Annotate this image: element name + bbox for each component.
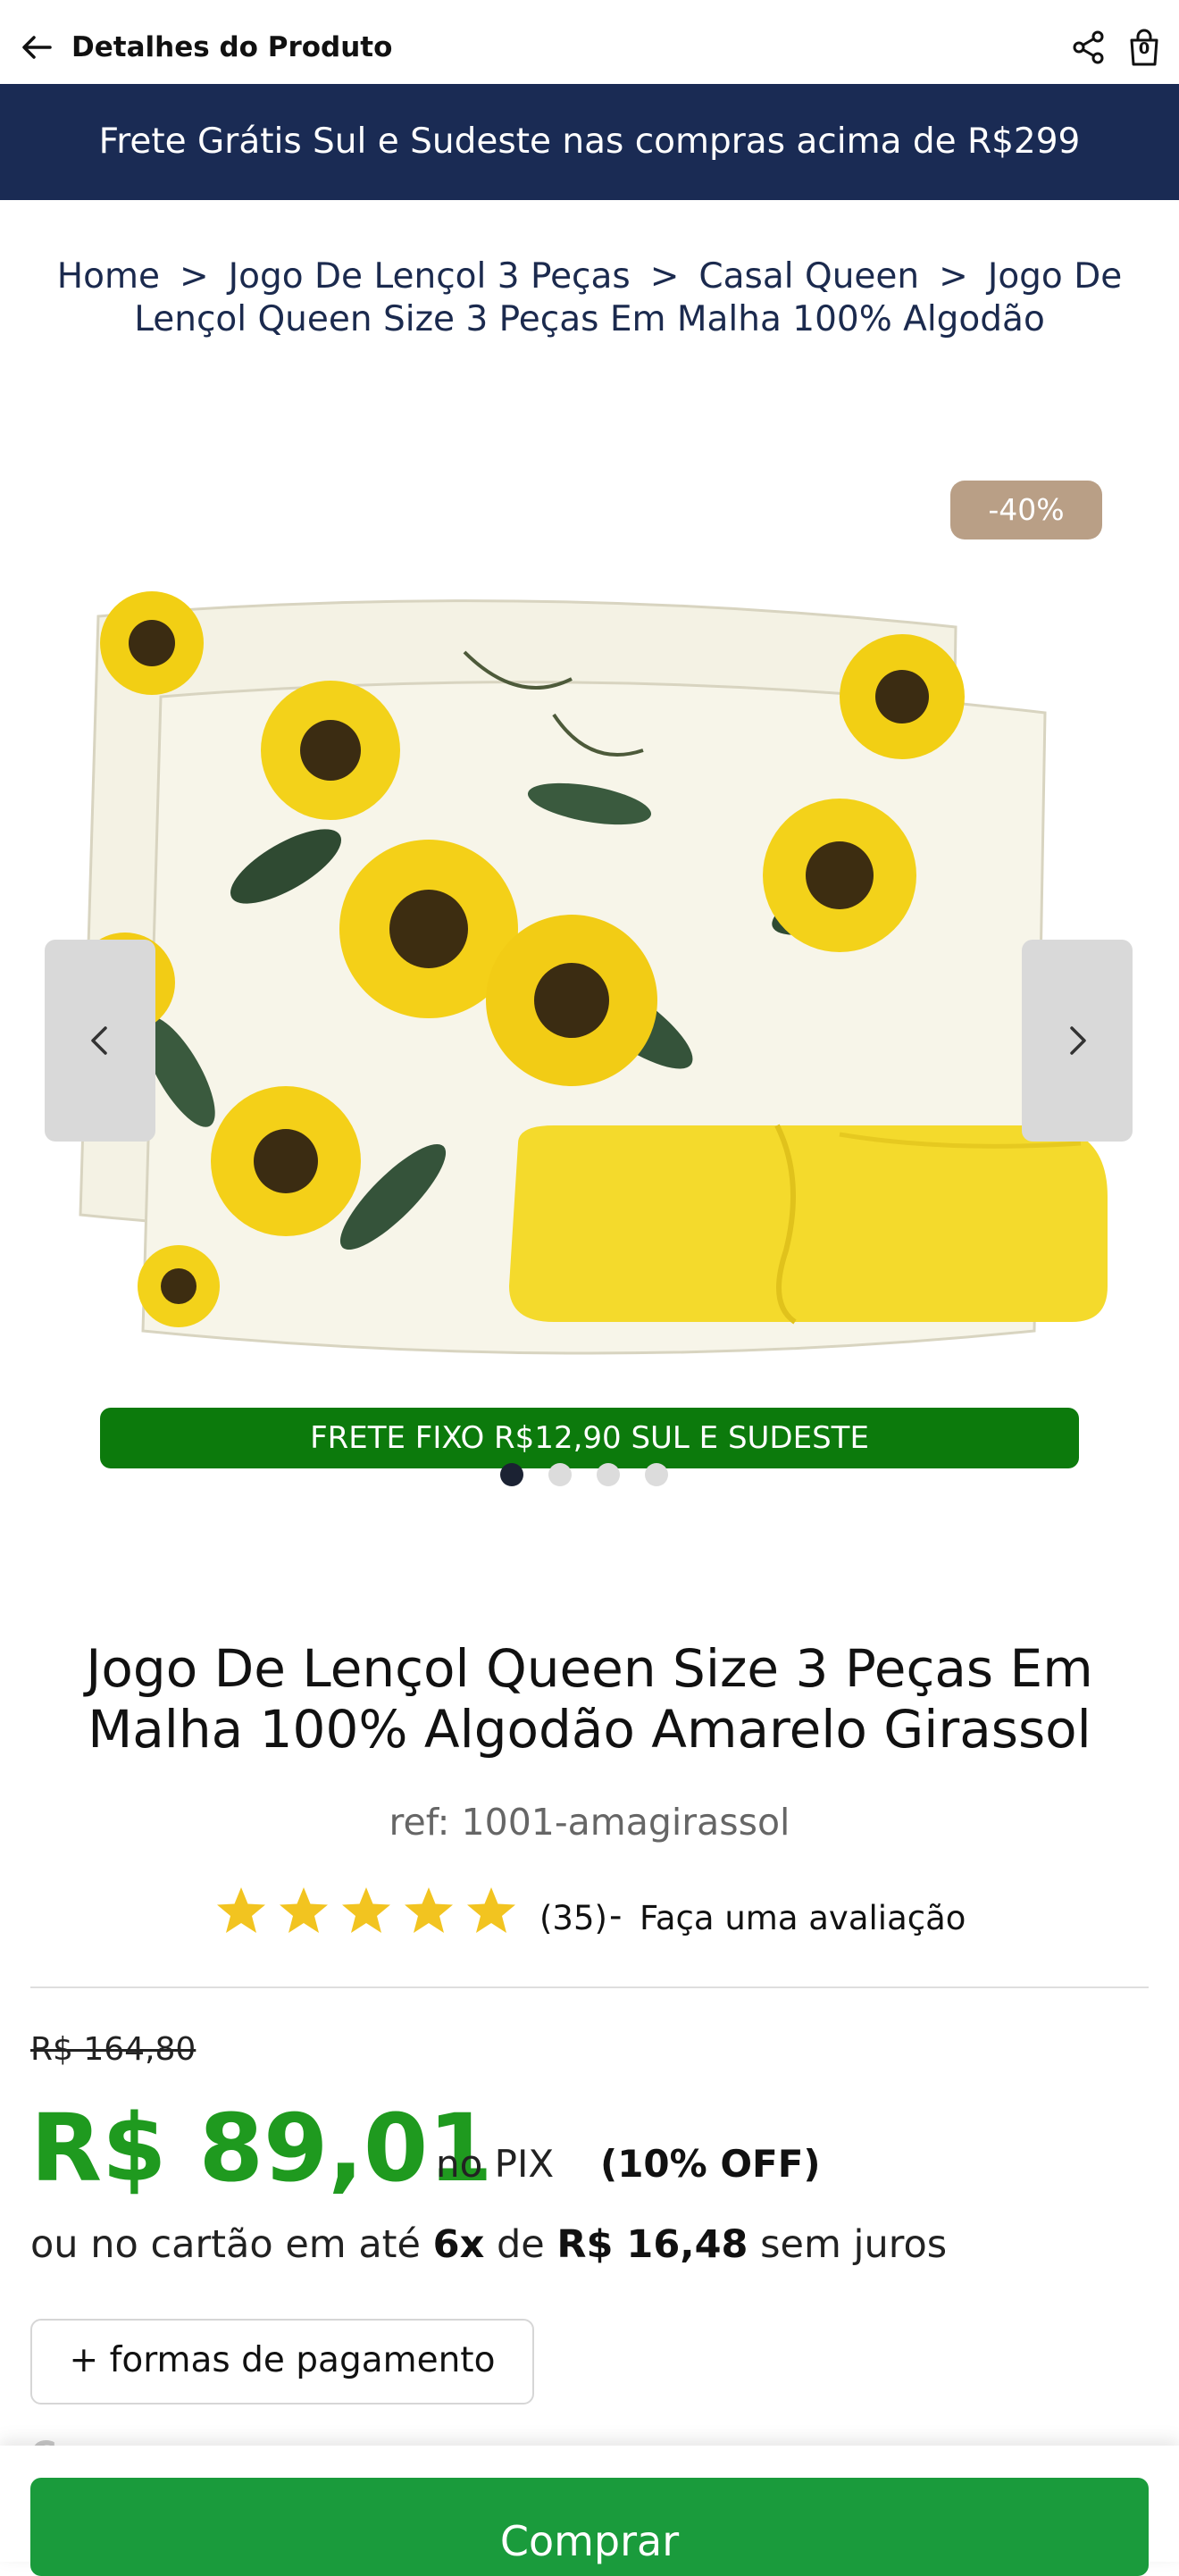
carousel-prev-button[interactable] <box>45 940 155 1142</box>
divider <box>30 1986 1149 1988</box>
shipping-banner-text: FRETE FIXO R$12,90 SUL E SUDESTE <box>310 1420 869 1456</box>
discount-badge: -40% <box>950 481 1102 539</box>
carousel-dots <box>500 1463 679 1490</box>
carousel-dot[interactable] <box>548 1463 572 1486</box>
chevron-right-icon <box>1070 1026 1086 1055</box>
star-icon <box>467 1887 515 1933</box>
carousel-next-button[interactable] <box>1022 940 1133 1142</box>
star-icon <box>405 1887 453 1933</box>
promo-banner: Frete Grátis Sul e Sudeste nas compras a… <box>0 84 1179 200</box>
write-review-link[interactable]: Faça uma avaliação <box>640 1899 966 1937</box>
pix-label: no PIX <box>436 2142 555 2186</box>
old-price: R$ 164,80 <box>30 2031 196 2068</box>
breadcrumb-separator: > <box>649 256 680 297</box>
breadcrumb-item-category[interactable]: Jogo De Lençol 3 Peças <box>229 256 631 297</box>
shipping-banner: FRETE FIXO R$12,90 SUL E SUDESTE <box>100 1408 1079 1468</box>
payment-methods-button[interactable]: + formas de pagamento <box>30 2319 534 2405</box>
product-title: Jogo De Lençol Queen Size 3 Peças Em Mal… <box>86 1638 1093 1760</box>
product-image[interactable] <box>54 572 1125 1393</box>
buy-button-label: Comprar <box>499 2517 680 2565</box>
breadcrumb-separator: > <box>939 256 968 297</box>
installment-mid: de <box>497 2222 545 2267</box>
arrow-left-icon[interactable] <box>16 27 57 68</box>
page-title: Detalhes do Produto <box>71 31 393 63</box>
chevron-left-icon <box>91 1026 107 1055</box>
carousel-dot[interactable] <box>645 1463 668 1486</box>
installment-count: 6x <box>432 2222 485 2267</box>
breadcrumb-item-subcategory[interactable]: Casal Queen <box>698 256 919 297</box>
breadcrumb: Home > Jogo De Lençol 3 Peças > Casal Queen >… <box>25 255 1154 341</box>
share-icon[interactable] <box>1068 27 1109 68</box>
carousel-dot[interactable] <box>597 1463 620 1486</box>
installments-text: ou no cartão em até 6x de R$ 16,48 sem j… <box>30 2222 947 2267</box>
rating-row: (35) - Faça uma avaliação <box>214 1885 1018 1956</box>
current-price: R$ 89,01 <box>30 2094 493 2203</box>
discount-off-label: (10% OFF) <box>600 2142 821 2186</box>
installment-prefix: ou no cartão em até <box>30 2222 421 2267</box>
breadcrumb-item-home[interactable]: Home <box>57 256 160 297</box>
star-icon <box>280 1887 328 1933</box>
payment-methods-label: + formas de pagamento <box>69 2340 496 2380</box>
installment-suffix: sem juros <box>760 2222 948 2267</box>
star-icon <box>342 1887 390 1933</box>
installment-value: R$ 16,48 <box>556 2222 748 2267</box>
top-app-bar: Detalhes do Produto 0 <box>0 0 1179 84</box>
star-icon <box>217 1887 265 1933</box>
rating-count[interactable]: (35) <box>539 1899 607 1937</box>
product-ref: ref: 1001-amagirassol <box>389 1801 790 1844</box>
breadcrumb-separator: > <box>179 256 209 297</box>
carousel-dot-active[interactable] <box>500 1463 523 1486</box>
cart-count-badge: 0 <box>1138 39 1150 58</box>
rating-separator: - <box>609 1895 623 1936</box>
promo-banner-text: Frete Grátis Sul e Sudeste nas compras a… <box>98 121 1081 162</box>
